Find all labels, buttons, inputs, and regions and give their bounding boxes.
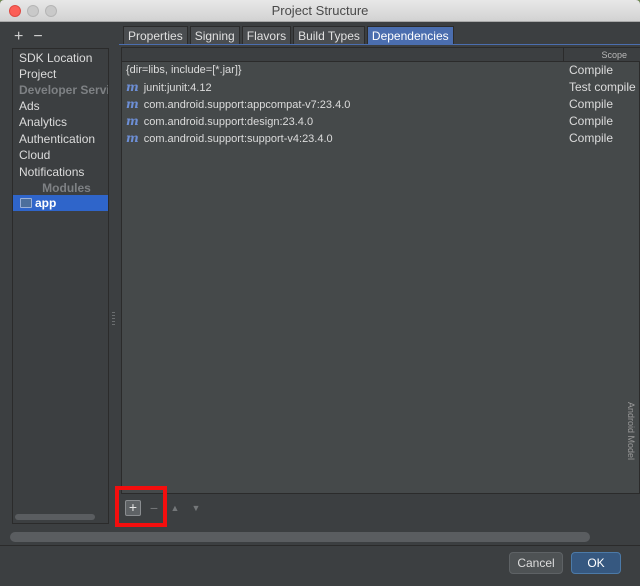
title-bar: Project Structure — [0, 0, 640, 22]
footer-divider — [0, 545, 640, 546]
dependency-scope[interactable]: Compile — [569, 113, 613, 130]
dependency-name: {dir=libs, include=[*.jar]} — [126, 64, 242, 76]
sidebar-item-project[interactable]: Project — [13, 66, 108, 82]
ok-button[interactable]: OK — [571, 552, 621, 574]
dependency-name: com.android.support:design:23.4.0 — [143, 116, 314, 128]
move-up-button[interactable]: ▲ — [167, 500, 183, 516]
cancel-button[interactable]: Cancel — [509, 552, 563, 574]
table-row[interactable]: m com.android.support:support-v4:23.4.0 C… — [122, 130, 640, 147]
tab-dependencies[interactable]: Dependencies — [366, 26, 454, 45]
tab-properties[interactable]: Properties — [123, 26, 188, 45]
tab-underline — [119, 44, 640, 45]
sidebar-item-ads[interactable]: Ads — [13, 98, 108, 114]
maven-library-icon: m — [126, 114, 139, 128]
dependency-name: com.android.support:support-v4:23.4.0 — [143, 133, 333, 145]
table-row[interactable]: m junit:junit:4.12 Test compile — [122, 79, 640, 96]
tab-build-types[interactable]: Build Types — [293, 26, 365, 45]
dependencies-table: Scope {dir=libs, include=[*.jar]} Compil… — [121, 47, 640, 494]
move-down-button[interactable]: ▼ — [188, 500, 204, 516]
sidebar-item-cloud[interactable]: Cloud — [13, 147, 108, 163]
remove-module-icon[interactable]: − — [33, 28, 42, 46]
project-structure-window: Project Structure + − SDK Location Proje… — [0, 0, 640, 586]
sidebar-item-analytics[interactable]: Analytics — [13, 114, 108, 130]
dependency-scope[interactable]: Compile — [569, 96, 613, 113]
tab-flavors[interactable]: Flavors — [241, 26, 292, 45]
splitter-grip-icon — [112, 312, 115, 326]
dependency-name: com.android.support:appcompat-v7:23.4.0 — [143, 99, 351, 111]
dependency-scope[interactable]: Compile — [569, 62, 613, 79]
maven-library-icon: m — [126, 131, 139, 145]
sidebar-header-developer-services: Developer Servic — [19, 83, 109, 97]
horizontal-scrollbar[interactable] — [10, 532, 590, 542]
table-row[interactable]: m com.android.support:design:23.4.0 Compi… — [122, 113, 640, 130]
sidebar-item-notifications[interactable]: Notifications — [13, 164, 108, 180]
tab-bar: Properties Signing Flavors Build Types D… — [123, 26, 456, 45]
sidebar-toolbar: + − — [14, 28, 43, 46]
maven-library-icon: m — [126, 80, 139, 94]
module-folder-icon — [20, 198, 32, 208]
dependency-name: junit:junit:4.12 — [143, 82, 212, 94]
android-model-side-tab[interactable]: Android Model — [626, 402, 636, 460]
table-row[interactable]: m com.android.support:appcompat-v7:23.4.0… — [122, 96, 640, 113]
window-title: Project Structure — [271, 3, 369, 18]
add-button-highlight — [115, 486, 167, 527]
sidebar-item-sdk-location[interactable]: SDK Location — [13, 50, 108, 66]
sidebar-splitter[interactable] — [111, 48, 117, 524]
column-header-dependency[interactable] — [122, 48, 564, 62]
table-header: Scope — [122, 48, 640, 62]
sidebar-item-authentication[interactable]: Authentication — [13, 131, 108, 147]
dependency-scope[interactable]: Test compile — [569, 79, 636, 96]
column-header-scope[interactable]: Scope — [565, 48, 640, 62]
sidebar: SDK Location Project Developer Servic Ad… — [12, 48, 109, 524]
dependency-scope[interactable]: Compile — [569, 130, 613, 147]
add-module-icon[interactable]: + — [14, 28, 23, 46]
table-row[interactable]: {dir=libs, include=[*.jar]} Compile — [122, 62, 640, 79]
dependencies-toolbar: + − ▲ ▼ — [121, 494, 640, 522]
sidebar-scrollbar[interactable] — [15, 514, 95, 520]
tab-signing[interactable]: Signing — [189, 26, 240, 45]
sidebar-section-modules: Modules — [42, 181, 91, 195]
maven-library-icon: m — [126, 97, 139, 111]
sidebar-item-app[interactable]: app — [13, 195, 108, 211]
